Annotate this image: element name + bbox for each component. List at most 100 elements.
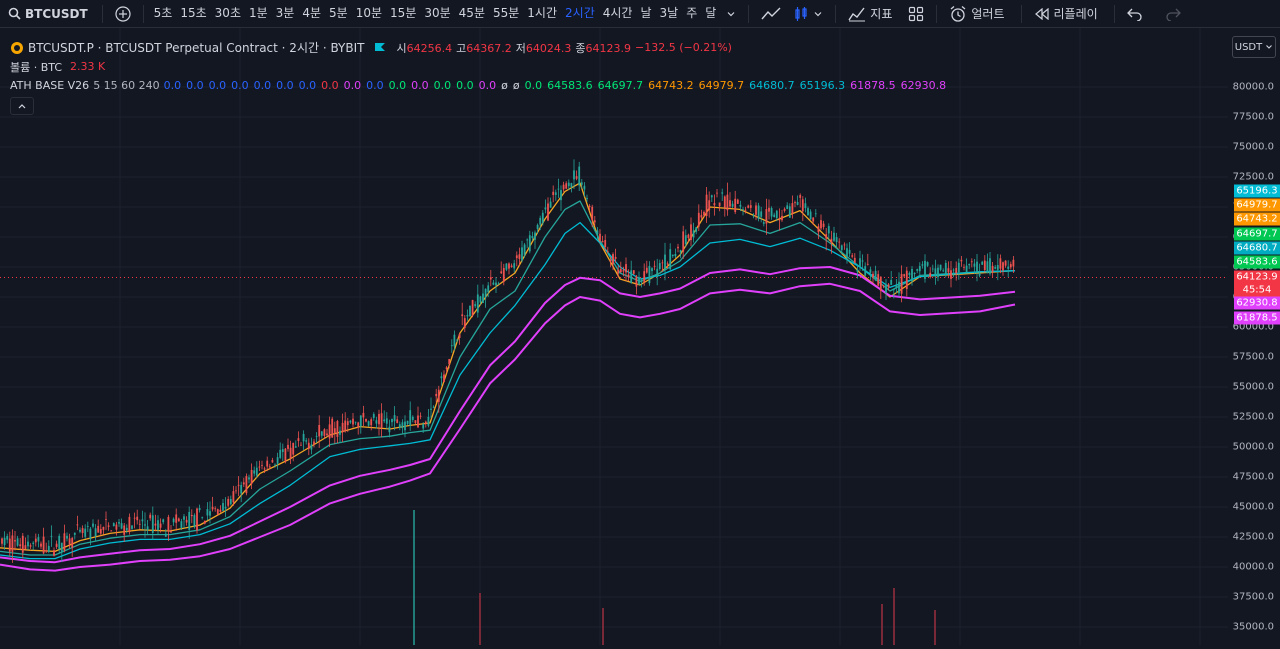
candle-body <box>341 422 344 433</box>
interval-button[interactable]: 30분 <box>420 0 454 27</box>
candle-body <box>385 418 388 424</box>
candle-body <box>276 457 279 464</box>
candle-body <box>830 238 833 243</box>
interval-button[interactable]: 55분 <box>489 0 523 27</box>
candle-body <box>274 464 276 466</box>
candle-body <box>336 421 339 437</box>
candle-body <box>305 440 308 442</box>
interval-button[interactable]: 날 <box>636 0 655 27</box>
candle-body <box>209 511 211 516</box>
candle-body <box>224 506 227 509</box>
candle-body <box>115 524 118 530</box>
candle-body <box>68 538 71 545</box>
layouts-button[interactable] <box>902 6 930 22</box>
redo-button[interactable] <box>1159 7 1187 21</box>
interval-button[interactable]: 1분 <box>245 0 272 27</box>
candle-body <box>214 508 217 510</box>
candle-body <box>809 211 812 220</box>
price-scale[interactable]: 80000.077500.075000.072500.070000.067500… <box>1228 28 1280 645</box>
undo-button[interactable] <box>1121 7 1149 21</box>
interval-button[interactable]: 10분 <box>352 0 386 27</box>
price-label: 61878.5 <box>1234 311 1280 325</box>
candle-body <box>50 535 53 537</box>
interval-button[interactable]: 45분 <box>455 0 489 27</box>
candle-body <box>29 545 32 547</box>
interval-button[interactable]: 5분 <box>325 0 352 27</box>
candle-body <box>393 415 396 422</box>
symbol-label: BTCUSDT <box>25 6 88 21</box>
candle-body <box>141 519 144 522</box>
candle-body <box>653 265 656 267</box>
candle-body <box>575 176 578 179</box>
candle-body <box>835 237 838 243</box>
candle-body <box>557 188 560 190</box>
interval-button[interactable]: 15초 <box>176 0 210 27</box>
candle-body <box>900 274 903 294</box>
candle-body <box>760 211 763 217</box>
indicator-value: 0.0 <box>208 79 227 92</box>
candle-body <box>934 268 937 276</box>
candle-body <box>495 282 497 286</box>
candle-body <box>586 198 588 199</box>
ohlc-open: 시64256.4 <box>396 41 453 55</box>
candle-body <box>219 509 222 512</box>
line-chart-type-button[interactable] <box>755 7 787 21</box>
candle-body <box>895 284 898 288</box>
currency-selector[interactable]: USDT <box>1232 36 1276 58</box>
candle-body <box>866 263 869 265</box>
candle-body <box>827 226 830 234</box>
candle-body <box>890 279 893 285</box>
alert-button[interactable]: 얼러트 <box>943 5 1014 23</box>
interval-button[interactable]: 주 <box>682 0 701 27</box>
candle-body <box>123 525 126 535</box>
candle-body <box>898 281 900 294</box>
candle-body <box>708 200 711 211</box>
legend-collapse-button[interactable] <box>10 97 34 115</box>
candle-body <box>349 420 352 423</box>
interval-button[interactable]: 1시간 <box>523 0 561 27</box>
indicator-value: 62930.8 <box>900 79 947 92</box>
interval-button[interactable]: 5초 <box>150 0 177 27</box>
candle-body <box>151 515 154 533</box>
indicators-button[interactable]: 지표 <box>842 5 902 22</box>
interval-button[interactable]: 4분 <box>298 0 325 27</box>
top-toolbar: BTCUSDT 5초 15초 30초 1분 3분 4분 5분 10분 15분 30분 45분 55분 1… <box>0 0 1280 28</box>
symbol-search[interactable]: BTCUSDT <box>0 7 96 21</box>
compare-add-button[interactable] <box>109 5 137 22</box>
interval-button[interactable]: 달 <box>701 0 720 27</box>
candle-body <box>97 525 100 533</box>
interval-button[interactable]: 2시간 <box>561 0 599 27</box>
interval-dropdown-button[interactable] <box>720 9 742 19</box>
chart-pane[interactable] <box>0 28 1280 645</box>
candles-chart-type-button[interactable] <box>787 6 829 22</box>
candle-body <box>292 442 295 455</box>
replay-button[interactable]: 리플레이 <box>1028 5 1108 22</box>
candle-body <box>677 246 679 249</box>
interval-button[interactable]: 15분 <box>386 0 420 27</box>
candle-body <box>201 517 204 519</box>
candle-body <box>11 535 14 552</box>
interval-button[interactable]: 4시간 <box>599 0 637 27</box>
price-chart[interactable] <box>0 28 1280 645</box>
candle-body <box>757 205 760 220</box>
candle-body <box>513 263 516 269</box>
candle-body <box>250 469 253 484</box>
candle-body <box>983 260 986 271</box>
price-tick: 80000.0 <box>1232 81 1274 93</box>
candle-body <box>196 508 198 531</box>
interval-button[interactable]: 3분 <box>272 0 299 27</box>
interval-button[interactable]: 30초 <box>211 0 245 27</box>
interval-button[interactable]: 3날 <box>656 0 683 27</box>
flag-icon[interactable] <box>374 42 386 54</box>
divider <box>936 4 938 23</box>
candle-body <box>510 265 513 268</box>
candle-body <box>440 376 443 379</box>
candle-body <box>804 203 807 209</box>
price-label: 64979.7 <box>1234 198 1280 212</box>
candle-body <box>911 268 913 282</box>
candle-body <box>617 269 620 274</box>
candle-body <box>34 538 37 543</box>
candle-body <box>188 511 191 530</box>
bybit-logo-icon <box>11 41 23 54</box>
price-label: 62930.8 <box>1234 296 1280 310</box>
